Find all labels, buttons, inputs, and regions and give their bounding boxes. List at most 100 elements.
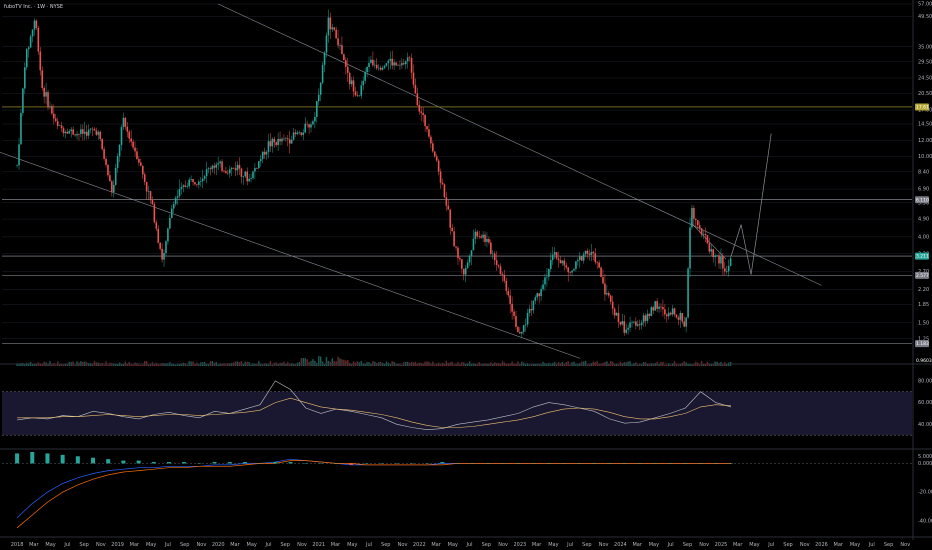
candle-body[interactable]: [145, 181, 148, 192]
candle-body[interactable]: [490, 242, 492, 254]
candle-body[interactable]: [602, 276, 604, 284]
candle-body[interactable]: [95, 130, 98, 135]
candle-body[interactable]: [725, 271, 728, 272]
candle-body[interactable]: [522, 325, 525, 332]
candle-body[interactable]: [341, 45, 343, 55]
candle-body[interactable]: [548, 268, 550, 277]
candle-body[interactable]: [279, 138, 281, 142]
candle-body[interactable]: [617, 312, 620, 322]
candle-body[interactable]: [519, 331, 521, 334]
candle-body[interactable]: [702, 234, 705, 235]
candle-body[interactable]: [78, 134, 80, 135]
candle-body[interactable]: [256, 168, 258, 169]
candle-body[interactable]: [666, 314, 668, 317]
candle-body[interactable]: [343, 54, 345, 61]
candle-body[interactable]: [441, 182, 444, 185]
candle-body[interactable]: [116, 156, 119, 168]
candle-body[interactable]: [335, 29, 337, 39]
candle-body[interactable]: [217, 163, 219, 165]
candle-body[interactable]: [594, 253, 597, 263]
candle-body[interactable]: [165, 241, 167, 253]
candle-body[interactable]: [468, 256, 471, 263]
candle-body[interactable]: [72, 129, 74, 135]
candle-body[interactable]: [497, 265, 500, 267]
candle-body[interactable]: [20, 112, 22, 145]
candle-body[interactable]: [112, 184, 115, 193]
candle-body[interactable]: [271, 138, 274, 147]
candle-body[interactable]: [248, 178, 250, 182]
candle-body[interactable]: [360, 85, 363, 96]
candle-body[interactable]: [306, 123, 308, 125]
candle-body[interactable]: [89, 128, 92, 130]
candle-body[interactable]: [571, 270, 573, 273]
candle-body[interactable]: [265, 151, 268, 155]
candle-body[interactable]: [188, 179, 190, 187]
candle-body[interactable]: [439, 171, 442, 183]
candle-body[interactable]: [298, 132, 301, 134]
candle-body[interactable]: [230, 167, 233, 170]
candle-body[interactable]: [288, 139, 291, 144]
candle-body[interactable]: [451, 227, 453, 232]
candle-body[interactable]: [445, 197, 448, 206]
candle-body[interactable]: [368, 62, 370, 68]
candle-body[interactable]: [582, 254, 585, 261]
candle-body[interactable]: [710, 249, 713, 252]
candle-body[interactable]: [192, 179, 194, 183]
candle-body[interactable]: [524, 324, 527, 326]
candle-body[interactable]: [615, 312, 618, 316]
candle-body[interactable]: [236, 164, 239, 171]
candle-body[interactable]: [329, 17, 332, 30]
candle-body[interactable]: [275, 142, 277, 145]
candle-body[interactable]: [184, 185, 187, 187]
candle-body[interactable]: [401, 63, 403, 66]
candle-body[interactable]: [679, 313, 682, 320]
candle-body[interactable]: [37, 27, 40, 52]
candle-body[interactable]: [54, 118, 57, 122]
candle-body[interactable]: [227, 172, 229, 174]
candle-body[interactable]: [553, 252, 556, 255]
candle-body[interactable]: [561, 260, 564, 264]
candle-body[interactable]: [122, 117, 125, 128]
candle-body[interactable]: [331, 27, 334, 30]
candle-body[interactable]: [246, 171, 248, 182]
candle-body[interactable]: [567, 267, 569, 273]
candle-body[interactable]: [720, 256, 722, 264]
candle-body[interactable]: [302, 132, 305, 135]
candle-body[interactable]: [495, 260, 498, 266]
candle-body[interactable]: [319, 82, 322, 95]
candle-body[interactable]: [312, 121, 314, 125]
candle-body[interactable]: [314, 116, 316, 122]
candle-body[interactable]: [76, 134, 78, 136]
candle-body[interactable]: [269, 141, 272, 147]
candle-body[interactable]: [300, 132, 303, 135]
candle-body[interactable]: [354, 91, 357, 96]
candle-body[interactable]: [39, 51, 42, 71]
candle-body[interactable]: [385, 63, 388, 66]
candle-body[interactable]: [238, 164, 241, 169]
candle-body[interactable]: [683, 321, 686, 327]
candle-body[interactable]: [520, 331, 523, 334]
candle-body[interactable]: [389, 58, 392, 61]
candle-body[interactable]: [480, 236, 482, 238]
candle-body[interactable]: [435, 156, 438, 161]
candle-body[interactable]: [120, 127, 123, 145]
candle-body[interactable]: [677, 317, 680, 320]
candle-body[interactable]: [141, 165, 144, 175]
candle-body[interactable]: [310, 124, 312, 128]
candle-body[interactable]: [22, 88, 24, 113]
candle-body[interactable]: [433, 151, 436, 157]
candle-body[interactable]: [488, 238, 490, 243]
candle-body[interactable]: [511, 303, 513, 312]
candle-body[interactable]: [637, 324, 639, 326]
candle-body[interactable]: [18, 144, 20, 166]
candle-body[interactable]: [350, 80, 353, 85]
candle-body[interactable]: [598, 262, 600, 268]
candle-body[interactable]: [157, 228, 160, 243]
candle-body[interactable]: [457, 247, 459, 259]
candle-body[interactable]: [261, 151, 264, 160]
candle-body[interactable]: [383, 65, 386, 68]
candle-body[interactable]: [370, 59, 372, 63]
candle-body[interactable]: [691, 207, 693, 228]
candle-body[interactable]: [712, 249, 715, 258]
candle-body[interactable]: [729, 258, 732, 266]
